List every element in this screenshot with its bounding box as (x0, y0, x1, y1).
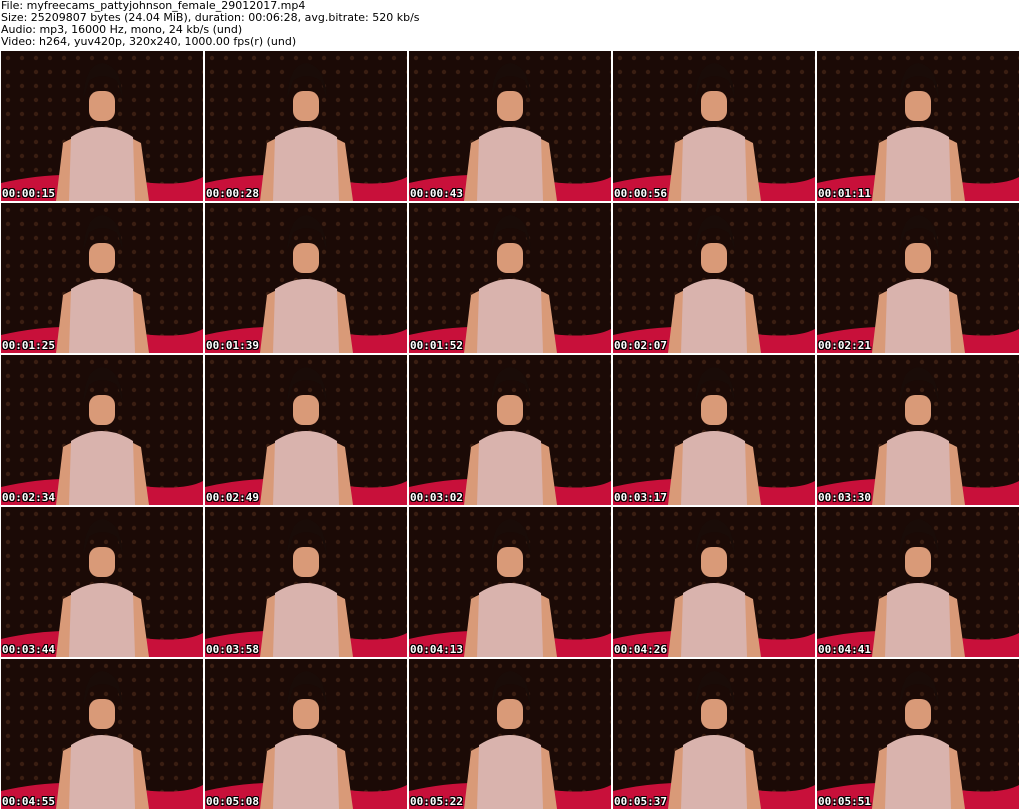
thumbnail-frame[interactable]: 00:02:49 (205, 355, 407, 505)
thumbnail-frame[interactable]: 00:03:17 (613, 355, 815, 505)
file-size-line: Size: 25209807 bytes (24.04 MiB), durati… (1, 12, 420, 24)
frame-timestamp: 00:04:41 (818, 643, 871, 656)
frame-timestamp: 00:01:52 (410, 339, 463, 352)
thumbnail-frame[interactable]: 00:05:08 (205, 659, 407, 809)
thumbnail-frame[interactable]: 00:02:21 (817, 203, 1019, 353)
thumbnail-frame[interactable]: 00:04:13 (409, 507, 611, 657)
thumbnail-frame[interactable]: 00:01:39 (205, 203, 407, 353)
thumbnail-frame[interactable]: 00:03:30 (817, 355, 1019, 505)
thumbnail-grid: 00:00:15 00:00:28 00:00:43 00:00:56 00:0… (1, 51, 1023, 811)
frame-timestamp: 00:05:37 (614, 795, 667, 808)
frame-timestamp: 00:05:51 (818, 795, 871, 808)
thumbnail-frame[interactable]: 00:05:37 (613, 659, 815, 809)
audio-info-line: Audio: mp3, 16000 Hz, mono, 24 kb/s (und… (1, 24, 243, 36)
thumbnail-frame[interactable]: 00:00:43 (409, 51, 611, 201)
frame-timestamp: 00:01:25 (2, 339, 55, 352)
thumbnail-frame[interactable]: 00:01:25 (1, 203, 203, 353)
frame-timestamp: 00:05:22 (410, 795, 463, 808)
frame-timestamp: 00:00:15 (2, 187, 55, 200)
frame-timestamp: 00:02:07 (614, 339, 667, 352)
frame-timestamp: 00:01:39 (206, 339, 259, 352)
frame-timestamp: 00:00:28 (206, 187, 259, 200)
thumbnail-frame[interactable]: 00:05:22 (409, 659, 611, 809)
thumbnail-frame[interactable]: 00:00:28 (205, 51, 407, 201)
thumbnail-frame[interactable]: 00:02:34 (1, 355, 203, 505)
frame-timestamp: 00:03:58 (206, 643, 259, 656)
thumbnail-frame[interactable]: 00:04:26 (613, 507, 815, 657)
frame-timestamp: 00:03:17 (614, 491, 667, 504)
frame-timestamp: 00:05:08 (206, 795, 259, 808)
frame-timestamp: 00:00:43 (410, 187, 463, 200)
thumbnail-frame[interactable]: 00:03:44 (1, 507, 203, 657)
frame-timestamp: 00:04:26 (614, 643, 667, 656)
frame-timestamp: 00:03:30 (818, 491, 871, 504)
thumbnail-frame[interactable]: 00:00:56 (613, 51, 815, 201)
thumbnail-frame[interactable]: 00:03:58 (205, 507, 407, 657)
thumbnail-frame[interactable]: 00:04:55 (1, 659, 203, 809)
file-name-line: File: myfreecams_pattyjohnson_female_290… (1, 0, 306, 12)
frame-timestamp: 00:04:55 (2, 795, 55, 808)
thumbnail-frame[interactable]: 00:00:15 (1, 51, 203, 201)
frame-timestamp: 00:02:21 (818, 339, 871, 352)
thumbnail-frame[interactable]: 00:04:41 (817, 507, 1019, 657)
frame-timestamp: 00:02:34 (2, 491, 55, 504)
frame-timestamp: 00:04:13 (410, 643, 463, 656)
frame-timestamp: 00:03:44 (2, 643, 55, 656)
thumbnail-frame[interactable]: 00:01:52 (409, 203, 611, 353)
frame-timestamp: 00:01:11 (818, 187, 871, 200)
frame-timestamp: 00:00:56 (614, 187, 667, 200)
thumbnail-frame[interactable]: 00:05:51 (817, 659, 1019, 809)
frame-timestamp: 00:03:02 (410, 491, 463, 504)
file-info-header: File: myfreecams_pattyjohnson_female_290… (0, 0, 1024, 50)
video-info-line: Video: h264, yuv420p, 320x240, 1000.00 f… (1, 36, 297, 48)
thumbnail-frame[interactable]: 00:01:11 (817, 51, 1019, 201)
frame-timestamp: 00:02:49 (206, 491, 259, 504)
thumbnail-frame[interactable]: 00:02:07 (613, 203, 815, 353)
thumbnail-frame[interactable]: 00:03:02 (409, 355, 611, 505)
